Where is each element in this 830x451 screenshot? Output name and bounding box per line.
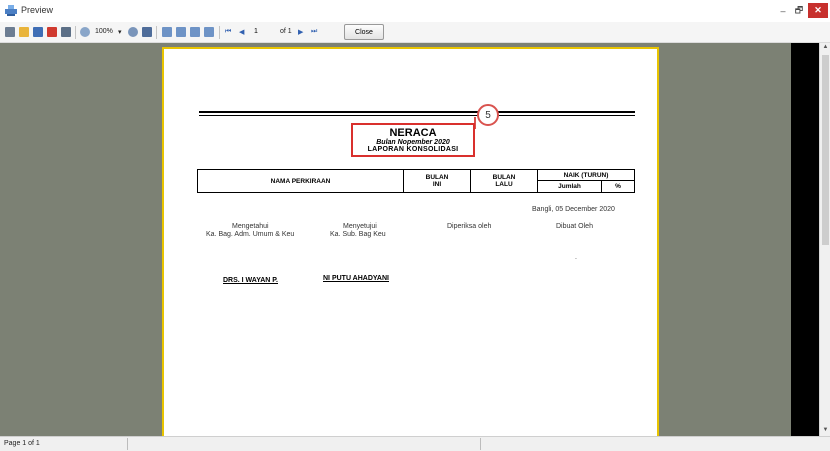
page-setup-icon[interactable] bbox=[142, 27, 152, 37]
print-icon[interactable] bbox=[5, 27, 15, 37]
mengetahui-title: Ka. Bag. Adm. Umum & Keu bbox=[206, 231, 295, 238]
toolbar-separator bbox=[156, 26, 157, 39]
close-button[interactable]: Close bbox=[344, 24, 384, 40]
preview-viewport: 5 NERACA Bulan Nopember 2020 LAPORAN KON… bbox=[0, 43, 830, 436]
report-period: Bulan Nopember 2020 bbox=[376, 139, 450, 146]
window-title: Preview bbox=[21, 5, 54, 15]
zoom-value[interactable]: 100% bbox=[95, 28, 113, 35]
first-page-icon[interactable]: ⏮ bbox=[225, 28, 231, 36]
signature-dot: . bbox=[575, 254, 577, 261]
pdf-icon[interactable] bbox=[47, 27, 57, 37]
vertical-scrollbar[interactable]: ▲ ▼ bbox=[819, 43, 830, 436]
diperiksa-label: Diperiksa oleh bbox=[447, 223, 492, 230]
close-window-button[interactable]: ✕ bbox=[808, 3, 828, 18]
column-bulan-lalu: BULAN LALU bbox=[471, 170, 538, 192]
column-label: NAMA PERKIRAAN bbox=[270, 177, 331, 185]
column-naik-turun: NAIK (TURUN) bbox=[538, 170, 634, 181]
status-bar: Page 1 of 1 bbox=[0, 436, 830, 451]
edit-icon[interactable] bbox=[204, 27, 214, 37]
column-label: LALU bbox=[495, 181, 513, 188]
report-title-block: NERACA Bulan Nopember 2020 LAPORAN KONSO… bbox=[351, 123, 475, 157]
column-label: BULAN bbox=[492, 174, 516, 181]
dibuat-label: Dibuat Oleh bbox=[556, 223, 593, 230]
minimize-button[interactable]: – bbox=[776, 3, 790, 18]
header-rule bbox=[199, 115, 635, 116]
two-page-icon[interactable] bbox=[176, 27, 186, 37]
chevron-down-icon[interactable]: ▾ bbox=[118, 28, 122, 36]
toolbar-separator bbox=[219, 26, 220, 39]
scroll-up-icon[interactable]: ▲ bbox=[821, 44, 830, 50]
report-title: NERACA bbox=[389, 127, 437, 139]
open-icon[interactable] bbox=[19, 27, 29, 37]
status-divider bbox=[480, 438, 481, 450]
menyetujui-label: Menyetujui bbox=[343, 223, 377, 230]
header-rule bbox=[199, 111, 635, 113]
prev-page-icon[interactable]: ◀ bbox=[239, 28, 244, 36]
menyetujui-title: Ka. Sub. Bag Keu bbox=[330, 231, 386, 238]
status-page-text: Page 1 of 1 bbox=[4, 440, 40, 447]
column-label: BULAN bbox=[425, 174, 449, 181]
save-icon[interactable] bbox=[33, 27, 43, 37]
scroll-thumb[interactable] bbox=[822, 55, 829, 245]
page-number-input[interactable]: 1 bbox=[251, 26, 273, 38]
find-icon[interactable] bbox=[61, 27, 71, 37]
title-bar: Preview – 🗗 ✕ bbox=[0, 0, 830, 22]
status-divider bbox=[127, 438, 128, 450]
column-label: INI bbox=[432, 181, 442, 188]
signatory-name-2: NI PUTU AHADYANI bbox=[323, 275, 389, 282]
column-bulan-ini: BULAN INI bbox=[404, 170, 471, 192]
maximize-button[interactable]: 🗗 bbox=[792, 3, 806, 18]
logo-placeholder bbox=[199, 66, 429, 106]
column-jumlah: Jumlah bbox=[538, 181, 602, 192]
scroll-down-icon[interactable]: ▼ bbox=[821, 427, 830, 433]
zoom-icon[interactable] bbox=[80, 27, 90, 37]
last-page-icon[interactable]: ⏭ bbox=[311, 28, 317, 36]
report-page: 5 NERACA Bulan Nopember 2020 LAPORAN KON… bbox=[162, 47, 659, 436]
toolbar-separator bbox=[75, 26, 76, 39]
report-subtitle: LAPORAN KONSOLIDASI bbox=[367, 146, 459, 153]
zoom-in-icon[interactable] bbox=[128, 27, 138, 37]
page-gutter bbox=[791, 43, 819, 436]
multi-page-icon[interactable] bbox=[190, 27, 200, 37]
column-nama-perkiraan: NAMA PERKIRAAN bbox=[198, 170, 404, 192]
page-count: of 1 bbox=[280, 28, 292, 35]
callout-badge: 5 bbox=[477, 104, 499, 126]
next-page-icon[interactable]: ▶ bbox=[298, 28, 303, 36]
single-page-icon[interactable] bbox=[162, 27, 172, 37]
column-persen: % bbox=[615, 183, 621, 190]
place-date: Bangli, 05 December 2020 bbox=[532, 206, 615, 213]
app-icon bbox=[5, 5, 17, 16]
mengetahui-label: Mengetahui bbox=[232, 223, 269, 230]
report-header-table: NAMA PERKIRAAN BULAN INI BULAN LALU NAIK… bbox=[197, 169, 635, 193]
signatory-name-1: DRS. I WAYAN P. bbox=[223, 277, 278, 284]
toolbar: 100% ▾ ⏮ ◀ 1 of 1 ▶ ⏭ Close bbox=[0, 22, 830, 43]
